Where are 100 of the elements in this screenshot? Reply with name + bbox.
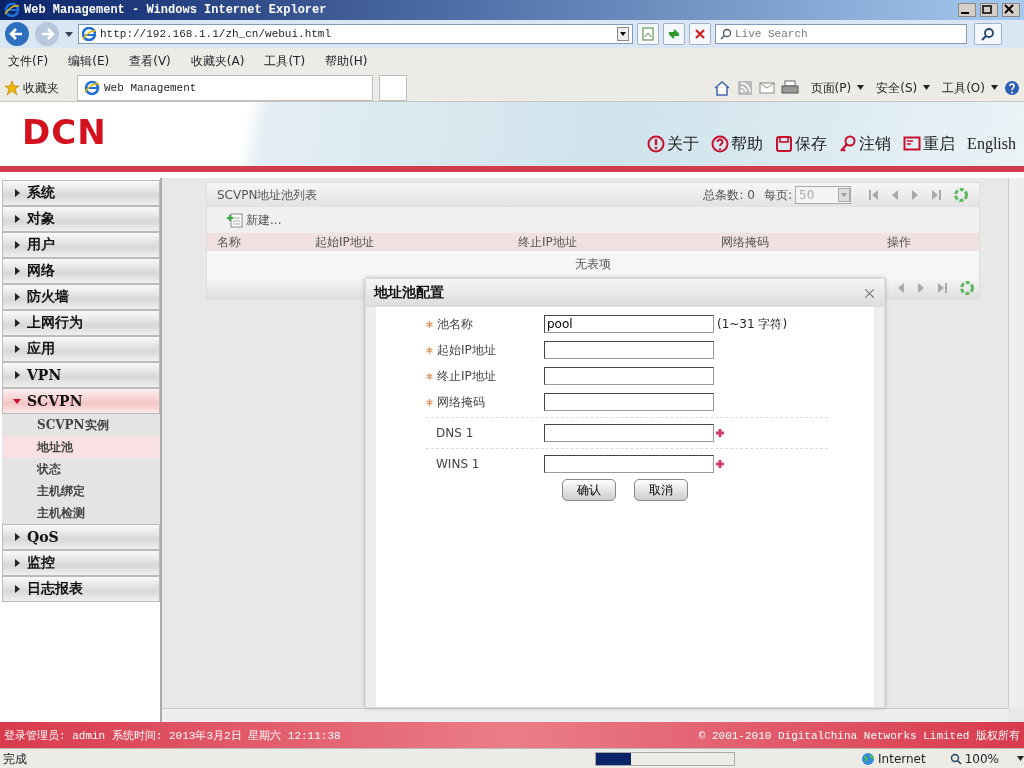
- caret-down-icon[interactable]: [923, 85, 931, 90]
- input-field[interactable]: [544, 341, 714, 359]
- field-label: 终止IP地址: [437, 368, 496, 385]
- sidebar-item[interactable]: QoS: [2, 524, 160, 550]
- field-label: 池名称: [437, 316, 473, 333]
- menu-item[interactable]: 工具(T): [264, 52, 306, 70]
- sidebar-item[interactable]: 网络: [2, 258, 160, 284]
- sidebar-subitem[interactable]: 状态: [2, 458, 160, 480]
- input-field[interactable]: [544, 424, 714, 442]
- sidebar-item[interactable]: 上网行为: [2, 310, 160, 336]
- caret-down-icon[interactable]: [991, 85, 998, 90]
- caret-right-icon: [13, 585, 21, 593]
- close-icon: [694, 28, 706, 40]
- header-link[interactable]: 注销: [839, 132, 892, 156]
- sidebar-item[interactable]: 对象: [2, 206, 160, 232]
- language-link[interactable]: English: [967, 135, 1016, 153]
- header-link[interactable]: 关于: [647, 132, 700, 156]
- zoom-level[interactable]: 100%: [949, 749, 999, 768]
- search-button[interactable]: [974, 23, 1002, 45]
- sidebar-item[interactable]: 用户: [2, 232, 160, 258]
- sidebar-subitem[interactable]: 主机绑定: [2, 480, 160, 502]
- caret-down-icon[interactable]: [1017, 756, 1024, 761]
- save-icon: [775, 135, 794, 153]
- toolbar-menu[interactable]: 安全(S): [876, 78, 918, 97]
- input-field[interactable]: pool: [544, 315, 714, 333]
- plus-icon[interactable]: [715, 459, 725, 469]
- search-icon: [720, 28, 732, 40]
- caret-right-icon: [13, 241, 21, 249]
- help-icon: [711, 135, 730, 153]
- field-label: WINS 1: [436, 456, 480, 473]
- dialog-button[interactable]: 取消: [634, 479, 688, 501]
- sidebar-subitem[interactable]: 地址池: [2, 436, 160, 458]
- menu-item[interactable]: 收藏夹(A): [190, 52, 245, 70]
- sidebar-subitem[interactable]: 主机检测: [2, 502, 160, 524]
- menu-item[interactable]: 查看(V): [129, 52, 171, 70]
- new-button[interactable]: 新建...: [227, 211, 282, 229]
- security-zone: Internet: [861, 749, 926, 768]
- input-field[interactable]: [544, 367, 714, 385]
- refresh-icon: [667, 27, 681, 41]
- column-header: 网络掩码: [720, 234, 770, 251]
- input-field[interactable]: [544, 393, 714, 411]
- vertical-scrollbar[interactable]: [1008, 178, 1024, 708]
- caret-right-icon: [13, 559, 21, 567]
- menu-item[interactable]: 文件(F): [8, 52, 49, 70]
- column-header: 操作: [886, 234, 912, 251]
- stop-button[interactable]: [689, 23, 711, 45]
- header-link[interactable]: 保存: [775, 132, 828, 156]
- minimize-button[interactable]: [958, 3, 976, 17]
- sidebar-item[interactable]: 监控: [2, 550, 160, 576]
- caret-down-icon[interactable]: [857, 85, 865, 90]
- dialog-button[interactable]: 确认: [562, 479, 616, 501]
- column-header: 终止IP地址: [517, 234, 578, 251]
- header-link[interactable]: 帮助: [711, 132, 764, 156]
- sidebar-item[interactable]: 日志报表: [2, 576, 160, 602]
- toolbar-menu[interactable]: 页面(P): [810, 78, 852, 97]
- dialog-title: 地址池配置: [374, 284, 444, 302]
- plus-icon[interactable]: [715, 428, 725, 438]
- horizontal-scrollbar[interactable]: [162, 708, 1008, 722]
- sidebar-item[interactable]: 应用: [2, 336, 160, 362]
- sidebar-item[interactable]: 系统: [2, 180, 160, 206]
- back-button[interactable]: [4, 21, 30, 47]
- sidebar-item[interactable]: VPN: [2, 362, 160, 388]
- caret-right-icon: [13, 345, 21, 353]
- sidebar-subitem[interactable]: SCVPN实例: [2, 414, 160, 436]
- caret-right-icon: [13, 293, 21, 301]
- toolbar-menu[interactable]: 工具(O): [942, 78, 985, 97]
- empty-message: 无表项: [207, 251, 979, 277]
- maximize-button[interactable]: [980, 3, 998, 17]
- status-text: 完成: [2, 750, 28, 768]
- key-icon: [839, 135, 858, 153]
- page-icon: [82, 27, 96, 41]
- favorites-button[interactable]: 收藏夹: [4, 78, 59, 97]
- ie-logo-icon: [84, 79, 100, 96]
- add-document-icon: [227, 212, 243, 228]
- printer-icon[interactable]: [780, 79, 799, 96]
- dropdown-icon[interactable]: [617, 27, 629, 41]
- refresh-button[interactable]: [663, 23, 685, 45]
- field-label: 起始IP地址: [437, 342, 496, 359]
- mail-icon[interactable]: [758, 81, 775, 94]
- home-icon[interactable]: [712, 79, 731, 96]
- menu-item[interactable]: 编辑(E): [68, 52, 110, 70]
- close-button[interactable]: [1002, 3, 1020, 17]
- address-field[interactable]: http://192.168.1.1/zh_cn/webui.html: [78, 24, 633, 44]
- caret-right-icon: [13, 189, 21, 197]
- login-info: 登录管理员: admin 系统时间: 2013年3月2日 星期六 12:11:38: [4, 728, 341, 743]
- star-icon: [4, 79, 20, 96]
- monitor-icon: [903, 135, 922, 153]
- sidebar-item[interactable]: 防火墙: [2, 284, 160, 310]
- dropdown-icon: [838, 188, 850, 202]
- help-icon[interactable]: [1004, 79, 1020, 96]
- header-link[interactable]: 重启: [903, 132, 956, 156]
- input-field[interactable]: [544, 455, 714, 473]
- browser-tab[interactable]: Web Management: [77, 74, 373, 101]
- sidebar-item[interactable]: SCVPN: [2, 388, 160, 414]
- search-field[interactable]: Live Search: [715, 24, 967, 44]
- dropdown-icon[interactable]: [64, 30, 74, 38]
- menu-item[interactable]: 帮助(H): [325, 52, 368, 70]
- caret-right-icon: [13, 215, 21, 223]
- caret-right-icon: [13, 267, 21, 275]
- column-header: 名称: [216, 234, 242, 251]
